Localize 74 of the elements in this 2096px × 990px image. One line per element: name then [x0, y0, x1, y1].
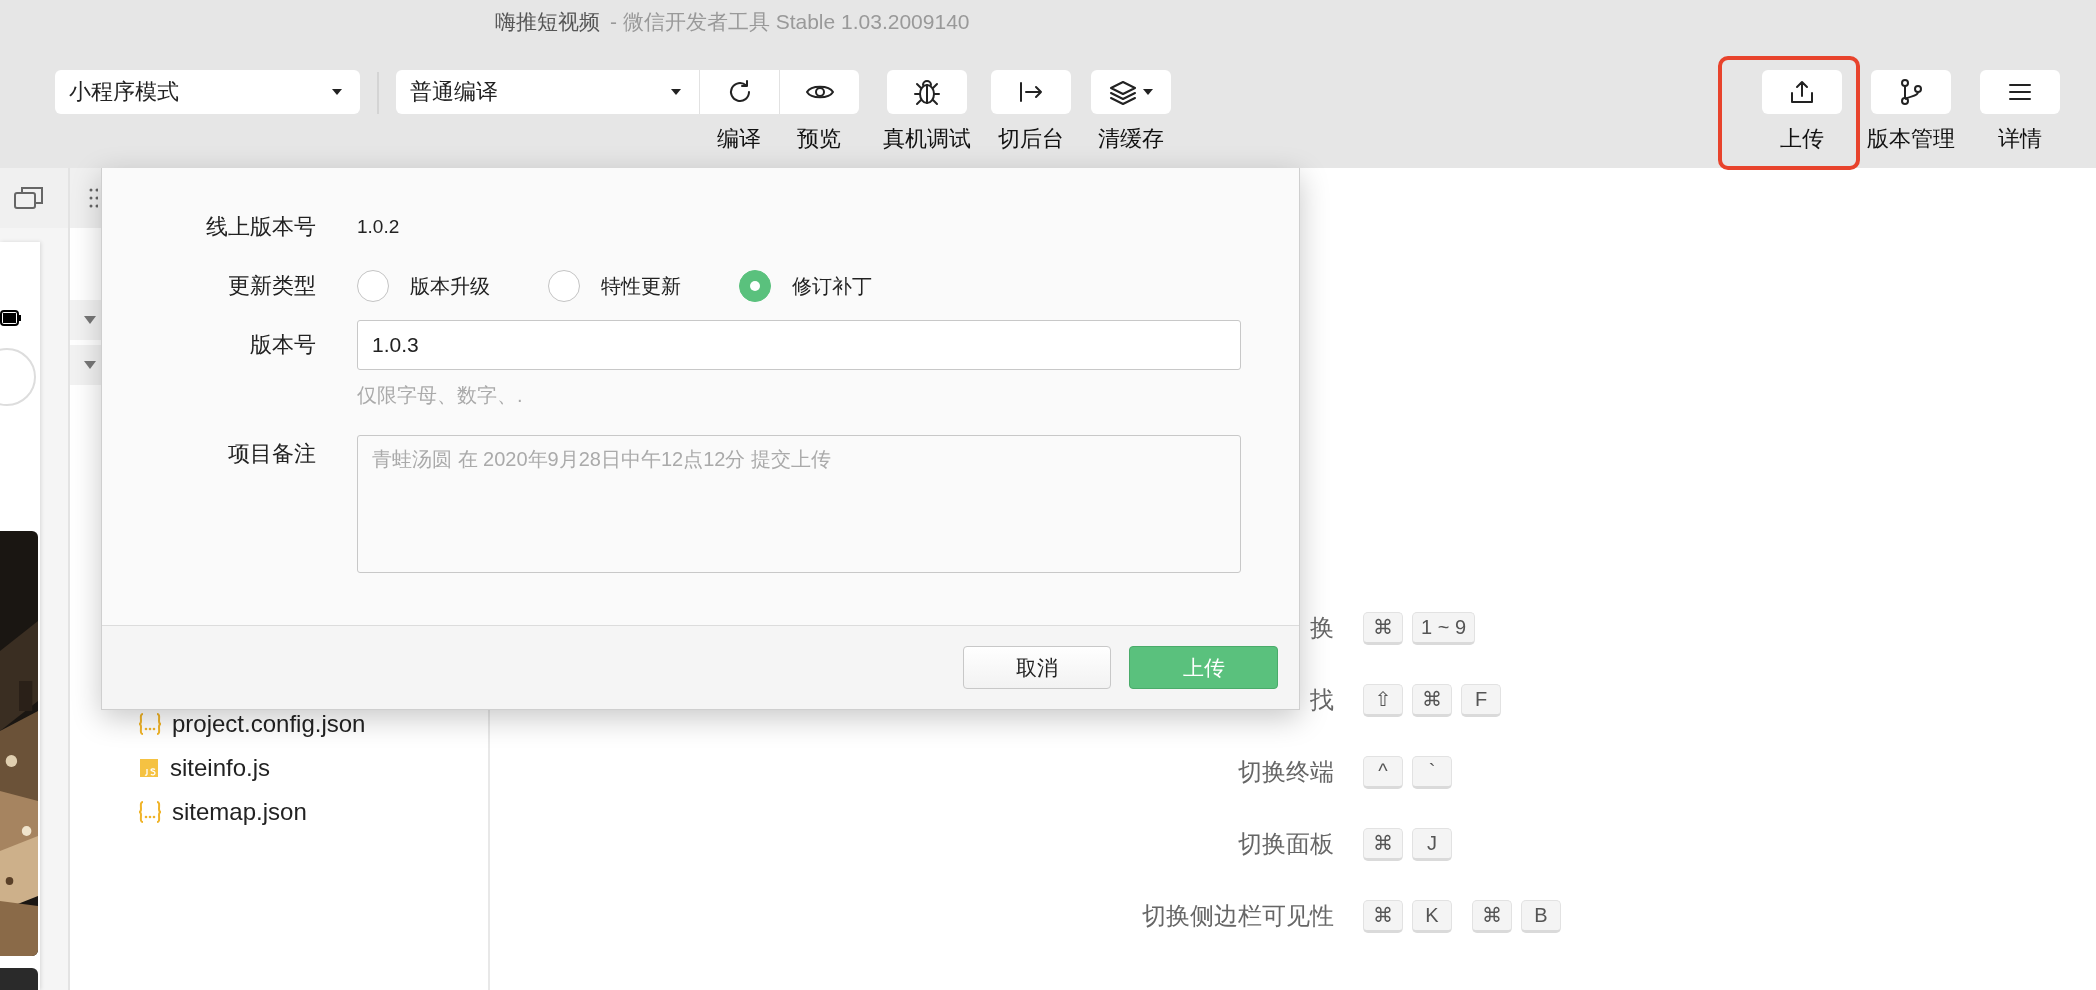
radio-label[interactable]: 修订补丁 [792, 272, 872, 300]
menu-icon [2008, 82, 2032, 102]
braces-icon [138, 713, 162, 735]
cancel-button[interactable]: 取消 [963, 646, 1111, 689]
braces-icon [138, 801, 162, 823]
key-cap: ` [1412, 755, 1452, 789]
toolbar-label: 清缓存 [1098, 125, 1164, 153]
dropdown-select[interactable]: 小程序模式 [55, 70, 360, 114]
key-cap: ⌘ [1412, 683, 1452, 717]
field-label: 线上版本号 [206, 213, 316, 241]
video-thumbnail [0, 968, 38, 990]
radio-label[interactable]: 特性更新 [601, 272, 681, 300]
battery-icon [0, 310, 22, 326]
shortcut-label: 找 [1310, 685, 1334, 715]
radio-button[interactable] [357, 270, 389, 302]
toolbar-button[interactable] [699, 70, 779, 114]
field-label: 版本号 [250, 331, 316, 359]
key-cap: 1 ~ 9 [1412, 611, 1476, 645]
key-cap: ⌘ [1363, 827, 1403, 861]
toolbar-label: 详情 [1998, 125, 2042, 153]
toolbar-button[interactable] [887, 70, 967, 114]
js-file-icon [138, 757, 160, 779]
dropdown-select[interactable]: 普通编译 [396, 70, 699, 114]
caret-icon [84, 361, 96, 369]
caret-icon [671, 89, 681, 95]
toolbar-label: 真机调试 [883, 125, 971, 153]
exit-arrow-icon [1018, 81, 1044, 103]
hint-text: 仅限字母、数字、. [357, 383, 524, 408]
key-cap: ⇧ [1363, 683, 1403, 717]
toolbar-button[interactable] [779, 70, 859, 114]
toolbar-label: 版本管理 [1867, 125, 1955, 153]
field-label: 更新类型 [228, 272, 316, 300]
toolbar-button[interactable] [1980, 70, 2060, 114]
version-value: 1.0.2 [357, 216, 401, 238]
key-cap: ⌘ [1363, 611, 1403, 645]
shortcut-label: 换 [1310, 613, 1334, 643]
toolbar-label: 上传 [1780, 125, 1824, 153]
file-item[interactable]: sitemap.json [138, 795, 307, 829]
toolbar-label: 切后台 [998, 125, 1064, 153]
caret-icon [1143, 89, 1153, 95]
radio-button[interactable] [739, 270, 771, 302]
version-input[interactable]: 1.0.3 [357, 320, 1241, 370]
radio-label[interactable]: 版本升级 [410, 272, 490, 300]
radio-button[interactable] [548, 270, 580, 302]
caret-icon [332, 89, 342, 95]
branch-icon [1899, 79, 1923, 105]
window-subtitle: - 微信开发者工具 Stable 1.03.2009140 [610, 9, 970, 35]
notes-field[interactable]: 青蛙汤圆 在 2020年9月28日中午12点12分 提交上传 [357, 435, 1241, 573]
shortcut-label: 切换终端 [1238, 757, 1334, 787]
file-item[interactable]: project.config.json [138, 707, 366, 741]
key-cap: ⌘ [1363, 899, 1403, 933]
key-cap: J [1412, 827, 1452, 861]
drag-handle-icon[interactable] [88, 186, 98, 210]
key-cap: ⌘ [1472, 899, 1512, 933]
shortcut-label: 切换侧边栏可见性 [1142, 901, 1334, 931]
toolbar-label: 编译 [717, 125, 761, 153]
toolbar-button[interactable] [1871, 70, 1951, 114]
layers-icon [1109, 79, 1137, 105]
key-cap: F [1461, 683, 1501, 717]
window-icon[interactable] [14, 186, 44, 210]
toolbar-label: 预览 [797, 125, 841, 153]
caret-icon [84, 316, 96, 324]
key-cap: K [1412, 899, 1452, 933]
toolbar-button[interactable] [991, 70, 1071, 114]
key-cap: B [1521, 899, 1561, 933]
key-cap: ^ [1363, 755, 1403, 789]
toolbar-button[interactable] [1762, 70, 1842, 114]
bug-icon [913, 78, 941, 106]
shortcut-label: 切换面板 [1238, 829, 1334, 859]
file-item[interactable]: siteinfo.js [138, 751, 271, 785]
toolbar-button[interactable] [1091, 70, 1171, 114]
upload-icon [1789, 79, 1815, 105]
window-title: 嗨推短视频 [495, 9, 600, 35]
field-label: 项目备注 [228, 440, 316, 468]
